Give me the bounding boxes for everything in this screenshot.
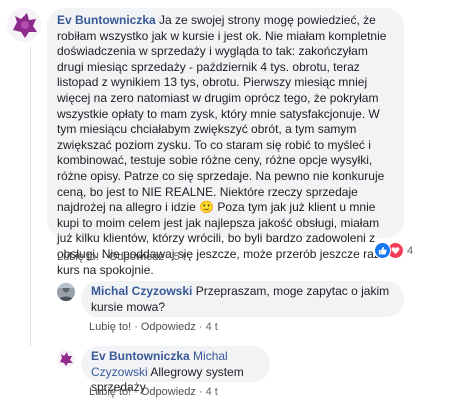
reply-button[interactable]: Odpowiedz (141, 386, 196, 398)
like-button[interactable]: Lubię to! (89, 386, 131, 398)
avatar[interactable] (57, 350, 75, 368)
comment-text: Ja ze swojej strony mogę powiedzieć, że … (57, 13, 387, 215)
avatar-image (57, 283, 75, 301)
reaction-count: 4 (407, 244, 414, 257)
comment-bubble: Ev Buntowniczka Ja ze swojej strony mogę… (47, 8, 404, 277)
smile-emoji-icon: 🙂 (199, 200, 215, 215)
comment-time[interactable]: 4 t (206, 321, 218, 333)
like-button[interactable]: Lubię to! (57, 251, 99, 263)
reply-button[interactable]: Odpowiedz (109, 251, 164, 263)
reactions-summary[interactable]: 4 (374, 242, 413, 259)
like-button[interactable]: Lubię to! (89, 321, 131, 333)
reply-bubble: Ev Buntowniczka Michal Czyzowski Allegro… (81, 346, 270, 394)
thread-connector (30, 46, 31, 346)
comment-actions: Lubię to! · Odpowiedz · 4 t (89, 386, 218, 398)
separator: · (134, 386, 138, 398)
separator: · (134, 321, 138, 333)
reply-bubble: Michal Czyzowski Przepraszam, moge zapyt… (81, 281, 404, 317)
separator: · (198, 321, 203, 333)
separator: · (102, 251, 106, 263)
comment-time[interactable]: 4 t (206, 386, 218, 398)
reply-button[interactable]: Odpowiedz (141, 321, 196, 333)
comment-actions: Lubię to! · Odpowiedz · 5 t (57, 251, 186, 263)
comment-author[interactable]: Ev Buntowniczka (91, 349, 190, 363)
avatar[interactable] (57, 283, 75, 301)
comment-author[interactable]: Ev Buntowniczka (57, 13, 156, 27)
avatar-image (57, 350, 75, 368)
separator: · (166, 251, 171, 263)
avatar-image (7, 8, 41, 42)
comment-time[interactable]: 5 t (174, 251, 186, 263)
avatar[interactable] (7, 8, 41, 42)
comment-actions: Lubię to! · Odpowiedz · 4 t (89, 321, 218, 333)
comment-author[interactable]: Michal Czyzowski (91, 284, 192, 298)
separator: · (198, 386, 203, 398)
like-reaction-icon (374, 242, 391, 259)
